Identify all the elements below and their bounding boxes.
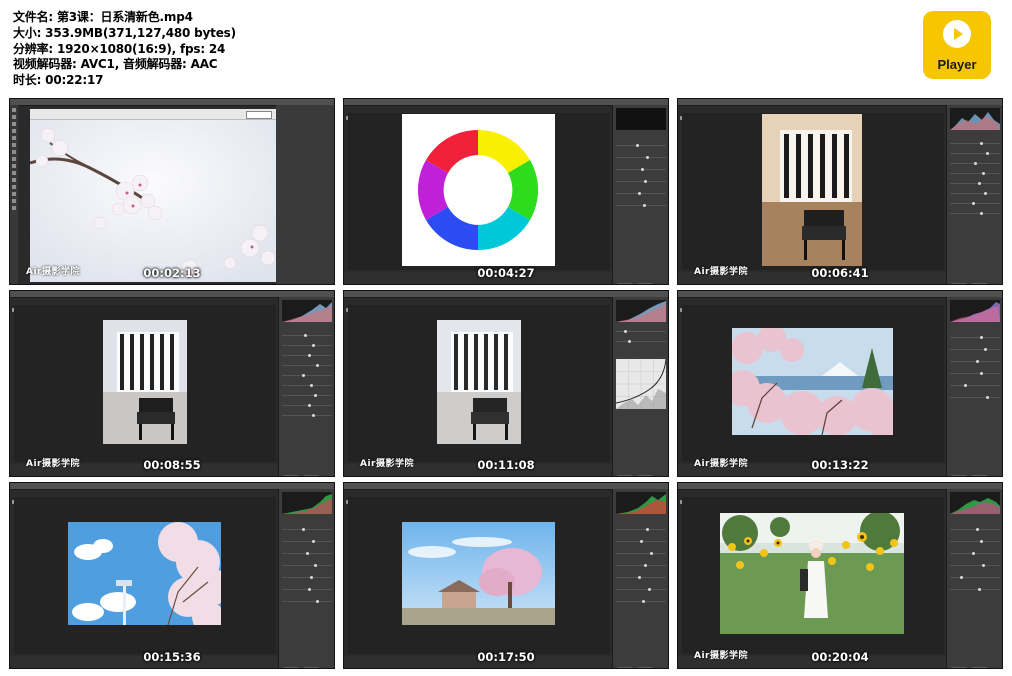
- toolbar: [344, 489, 494, 504]
- dialog-header: [30, 109, 276, 120]
- histogram: [950, 108, 1000, 130]
- curves-graph[interactable]: [615, 358, 667, 409]
- sunflower-girl-photo: [720, 513, 904, 634]
- histogram: [282, 300, 332, 322]
- adjustment-panel: [612, 489, 668, 668]
- cherry-blossom-mountain-photo: [732, 328, 893, 435]
- toolbar: [10, 489, 160, 504]
- ok-button[interactable]: [246, 111, 272, 119]
- video-thumbnail-8[interactable]: 00:17:50: [344, 483, 668, 668]
- histogram: [616, 492, 666, 514]
- video-thumbnail-5[interactable]: Air摄影学院 00:11:08: [344, 291, 668, 476]
- video-thumbnail-2[interactable]: 00:04:27: [344, 99, 668, 284]
- video-thumbnail-9[interactable]: Air摄影学院 00:20:04: [678, 483, 1002, 668]
- cherry-blossom-sky-photo: [68, 522, 221, 625]
- toolbar: [344, 105, 494, 120]
- filename-text: 文件名: 第3课：日系清新色.mp4: [13, 10, 193, 24]
- timestamp: 00:04:27: [477, 266, 535, 280]
- histogram: [282, 492, 332, 514]
- video-thumbnail-6[interactable]: Air摄影学院 00:13:22: [678, 291, 1002, 476]
- player-logo: Player: [923, 11, 991, 79]
- player-logo-label: Player: [937, 57, 977, 72]
- window-interior-photo: [437, 320, 521, 444]
- adjustment-panel: [278, 297, 334, 476]
- histogram: [950, 492, 1000, 514]
- video-thumbnail-1[interactable]: Air摄影学院 00:02:13: [10, 99, 334, 284]
- cherry-tree-landscape-photo: [402, 522, 555, 625]
- duration-text: 时长: 00:22:17: [13, 73, 104, 88]
- video-thumbnail-4[interactable]: Air摄影学院 00:08:55: [10, 291, 334, 476]
- timestamp: 00:11:08: [477, 458, 535, 472]
- play-icon: [943, 20, 971, 48]
- window-interior-photo: [103, 320, 187, 444]
- adjustment-panel: [946, 105, 1002, 284]
- codec-text: 视频解码器: AVC1, 音频解码器: AAC: [13, 57, 218, 72]
- color-wheel-image: [402, 114, 555, 266]
- video-thumbnail-3[interactable]: Air摄影学院 00:06:41: [678, 99, 1002, 284]
- toolbar: [678, 105, 828, 120]
- tools-panel: [10, 105, 18, 284]
- adjustment-panel: [612, 105, 668, 284]
- file-info-block: 文件名: 第3课：日系清新色.mp4 大小: 353.9MB(371,127,4…: [13, 10, 236, 89]
- layers-panel: [276, 105, 334, 284]
- cherry-blossom-photo: [30, 113, 276, 282]
- filesize-text: 大小: 353.9MB(371,127,480 bytes): [13, 25, 236, 40]
- timestamp: 00:15:36: [143, 650, 201, 664]
- histogram: [950, 300, 1000, 322]
- histogram: [616, 300, 666, 322]
- adjustment-panel: [278, 489, 334, 668]
- histogram: [616, 108, 666, 130]
- toolbar: [344, 297, 494, 312]
- timestamp: 00:08:55: [143, 458, 201, 472]
- video-thumbnail-7[interactable]: 00:15:36: [10, 483, 334, 668]
- resolution-text: 分辨率: 1920×1080(16:9), fps: 24: [13, 41, 226, 56]
- timestamp: 00:02:13: [143, 266, 201, 280]
- timestamp: 00:13:22: [811, 458, 869, 472]
- window-interior-photo: [762, 114, 862, 266]
- adjustment-panel: [946, 297, 1002, 476]
- timestamp: 00:17:50: [477, 650, 535, 664]
- adjustment-panel: [946, 489, 1002, 668]
- toolbar: [678, 489, 828, 504]
- timestamp: 00:06:41: [811, 266, 869, 280]
- curves-panel: [612, 297, 668, 476]
- timestamp: 00:20:04: [811, 650, 869, 664]
- toolbar: [678, 297, 828, 312]
- toolbar: [10, 297, 160, 312]
